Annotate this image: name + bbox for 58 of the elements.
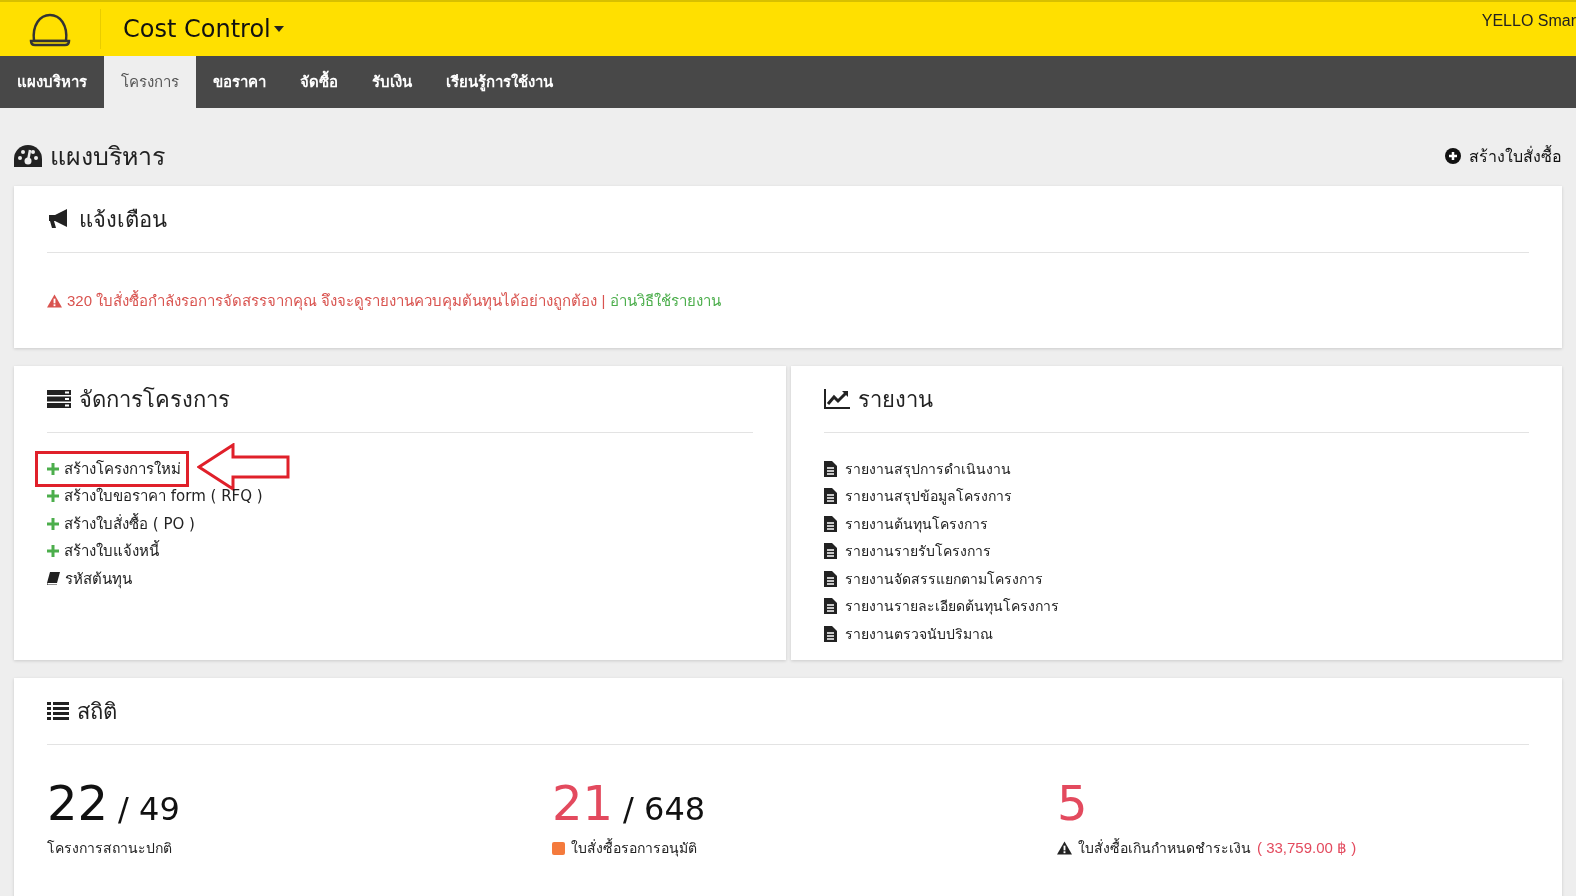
caret-icon bbox=[273, 26, 284, 32]
report-link[interactable]: รายงานต้นทุนโครงการ bbox=[823, 510, 988, 538]
nav-tab[interactable]: โครงการ bbox=[104, 56, 196, 108]
document-icon bbox=[823, 515, 837, 532]
card-title: แจ้งเตือน bbox=[79, 205, 167, 234]
status-square-icon bbox=[552, 841, 565, 855]
card-title: สถิติ bbox=[77, 697, 117, 726]
document-icon bbox=[823, 543, 837, 560]
project-action-link[interactable]: สร้างใบแจ้งหนี้ bbox=[47, 537, 159, 565]
list-icon bbox=[47, 702, 69, 720]
line-chart-icon bbox=[823, 389, 850, 409]
dashboard-icon bbox=[14, 145, 42, 167]
stat-label: โครงการสถานะปกติ bbox=[47, 839, 172, 858]
nav-tab[interactable]: จัดซื้อ bbox=[283, 56, 355, 108]
warning-icon bbox=[1057, 841, 1072, 855]
report-link[interactable]: รายงานรายละเอียดต้นทุนโครงการ bbox=[823, 592, 1059, 620]
report-link[interactable]: รายงานจัดสรรแยกตามโครงการ bbox=[823, 565, 1043, 593]
book-icon bbox=[47, 572, 60, 586]
helmet-logo-icon[interactable] bbox=[28, 11, 72, 47]
page-title: แผงบริหาร bbox=[50, 141, 165, 173]
nav-tab[interactable]: เรียนรู้การใช้งาน bbox=[429, 56, 570, 108]
create-order-button[interactable]: สร้างใบสั่งซื้อ bbox=[1445, 143, 1562, 169]
project-action-link[interactable]: รหัสต้นทุน bbox=[47, 565, 132, 593]
nav-tab[interactable]: รับเงิน bbox=[355, 56, 429, 108]
document-icon bbox=[823, 625, 837, 642]
nav-tab[interactable]: ขอราคา bbox=[196, 56, 283, 108]
plus-circle-icon bbox=[1445, 148, 1461, 164]
server-list-icon bbox=[47, 390, 71, 408]
warning-icon bbox=[47, 294, 62, 308]
report-link[interactable]: รายงานตรวจนับปริมาณ bbox=[823, 620, 993, 648]
document-icon bbox=[823, 488, 837, 505]
stat-label: ใบสั่งซื้อรอการอนุมัติ bbox=[571, 837, 697, 859]
stat-value: 5 bbox=[1057, 775, 1088, 831]
report-link[interactable]: รายงานรายรับโครงการ bbox=[823, 537, 991, 565]
document-icon bbox=[823, 460, 837, 477]
stat-label: ใบสั่งซื้อเกินกำหนดชำระเงิน bbox=[1078, 837, 1251, 858]
stat-value: 21 bbox=[552, 775, 614, 831]
card-title: จัดการโครงการ bbox=[79, 385, 230, 414]
user-name[interactable]: YELLO Smar bbox=[1481, 12, 1576, 30]
stat-total: / 648 bbox=[623, 790, 706, 828]
card-title: รายงาน bbox=[857, 385, 933, 414]
stat-amount: ( 33,759.00 ฿ ) bbox=[1257, 839, 1357, 857]
report-link[interactable]: รายงานสรุปการดำเนินงาน bbox=[823, 455, 1011, 483]
plus-icon bbox=[47, 545, 59, 558]
alert-message: 320 ใบสั่งซื้อกำลังรอการจัดสรรจากคุณ จึงจะดูรายงานควบคุมต้นทุนได้อย่างถูกต้อง | อ่านวิธีใช้รายงาน bbox=[67, 289, 721, 313]
plus-icon bbox=[47, 462, 59, 475]
stat-value: 22 bbox=[47, 775, 109, 831]
plus-icon bbox=[47, 517, 59, 530]
stat-total: / 49 bbox=[118, 790, 180, 828]
app-title-dropdown[interactable]: Cost Control bbox=[123, 15, 284, 43]
plus-icon bbox=[47, 490, 59, 503]
document-icon bbox=[823, 570, 837, 587]
report-link[interactable]: รายงานสรุปข้อมูลโครงการ bbox=[823, 482, 1012, 510]
project-action-link[interactable]: สร้างใบขอราคา form ( RFQ ) bbox=[47, 482, 263, 510]
nav-tab[interactable]: แผงบริหาร bbox=[0, 56, 104, 108]
project-action-link[interactable]: สร้างโครงการใหม่ bbox=[47, 455, 181, 483]
project-action-link[interactable]: สร้างใบสั่งซื้อ ( PO ) bbox=[47, 510, 195, 538]
document-icon bbox=[823, 598, 837, 615]
